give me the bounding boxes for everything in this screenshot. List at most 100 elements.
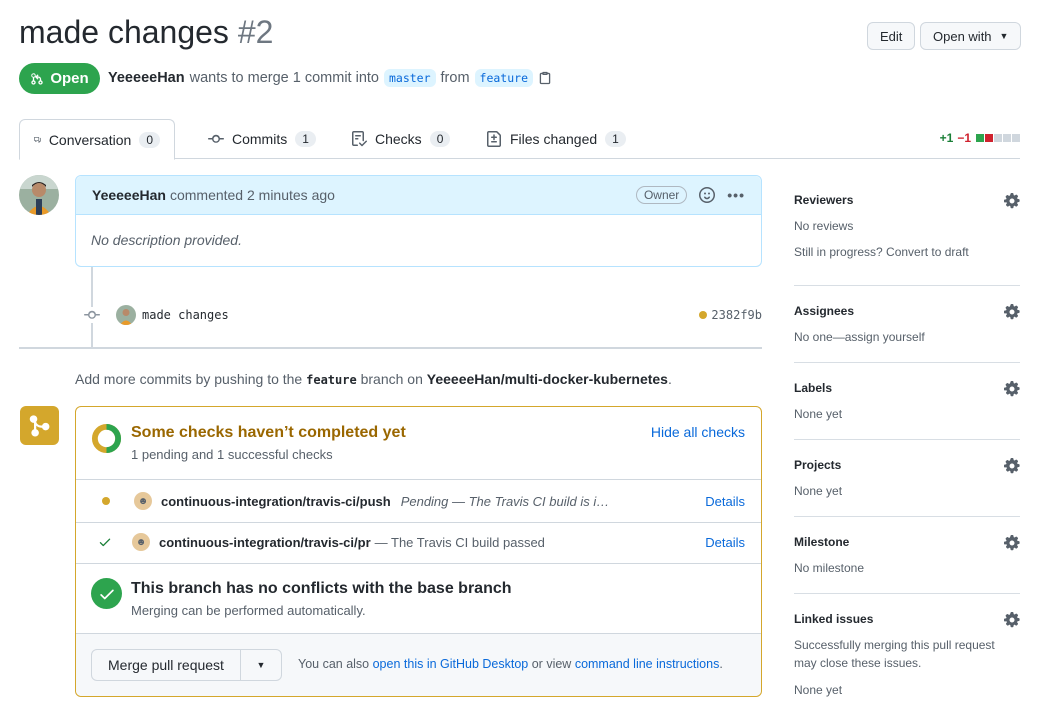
gear-icon[interactable] <box>1004 535 1020 551</box>
pull-request-icon <box>31 72 44 85</box>
push-hint-repo[interactable]: YeeeeeHan/multi-docker-kubernetes <box>427 371 668 387</box>
convert-to-draft-link[interactable]: Still in progress? Convert to draft <box>794 243 969 261</box>
checks-progress-icon <box>91 423 122 454</box>
sidebar-linked-issues: Linked issues Successfully merging this … <box>794 594 1020 709</box>
sidebar-projects-value: None yet <box>794 484 843 498</box>
diffstat-box-neutral <box>1003 134 1011 142</box>
sidebar-milestone: Milestone No milestone <box>794 517 1020 594</box>
check-name: continuous-integration/travis-ci/pr <box>159 534 371 550</box>
gear-icon[interactable] <box>1004 458 1020 474</box>
merge-action-text: wants to merge 1 commit into <box>189 70 379 86</box>
head-branch-tag[interactable]: feature <box>474 69 533 87</box>
check-icon <box>99 538 111 547</box>
sidebar-reviewers-title: Reviewers <box>794 193 854 207</box>
tab-conversation-count: 0 <box>139 131 160 148</box>
push-hint: Add more commits by pushing to the featu… <box>75 371 672 387</box>
sidebar-labels-title: Labels <box>794 381 833 395</box>
check-circle-icon <box>91 578 122 609</box>
gear-icon[interactable] <box>1004 304 1020 320</box>
checks-title: Some checks haven’t completed yet <box>131 424 406 441</box>
tab-checks[interactable]: Checks 0 <box>337 119 464 159</box>
diffstat-box-neutral <box>1012 134 1020 142</box>
comment-timestamp[interactable]: commented 2 minutes ago <box>170 187 335 203</box>
author-avatar[interactable] <box>19 175 59 215</box>
sidebar-reviewers: Reviewers No reviews Still in progress? … <box>794 175 1020 286</box>
command-line-instructions-link[interactable]: command line instructions <box>575 657 720 671</box>
tab-conversation[interactable]: Conversation 0 <box>19 119 175 160</box>
avatar-image <box>116 305 136 325</box>
pr-number: #2 <box>237 14 274 50</box>
timeline-divider <box>19 347 762 349</box>
conflicts-subtitle: Merging can be performed automatically. <box>131 603 366 618</box>
comment-author[interactable]: YeeeeeHan <box>92 187 166 203</box>
sidebar-labels: Labels None yet <box>794 363 1020 440</box>
checklist-icon <box>352 131 367 147</box>
base-branch-tag[interactable]: master <box>383 69 436 87</box>
copy-icon[interactable] <box>538 71 552 85</box>
from-text: from <box>440 70 470 86</box>
pr-title: made changes #2 <box>19 14 273 51</box>
merge-hint: You can also open this in GitHub Desktop… <box>298 657 723 671</box>
file-diff-icon <box>487 131 501 147</box>
check-name: continuous-integration/travis-ci/push <box>161 493 391 509</box>
checks-subtitle: 1 pending and 1 successful checks <box>131 447 333 462</box>
push-hint-middle: branch on <box>360 371 423 387</box>
author-link[interactable]: YeeeeeHan <box>108 70 185 86</box>
diffstat-additions: +1 <box>939 131 954 145</box>
gear-icon[interactable] <box>1004 381 1020 397</box>
sidebar-assignees-value[interactable]: No one—assign yourself <box>794 328 925 346</box>
merge-hint-suffix: . <box>719 657 723 671</box>
avatar-image <box>19 175 59 215</box>
tab-files-changed-count: 1 <box>605 131 626 147</box>
tab-files-changed-label: Files changed <box>510 131 598 147</box>
tab-files-changed[interactable]: Files changed 1 <box>472 119 640 159</box>
git-commit-icon <box>208 134 224 143</box>
sidebar-projects-title: Projects <box>794 458 842 472</box>
check-details-link[interactable]: Details <box>705 494 745 509</box>
gear-icon[interactable] <box>1004 193 1020 209</box>
check-item: ☻ continuous-integration/travis-ci/push … <box>76 480 761 523</box>
open-with-label: Open with <box>933 28 992 44</box>
merge-action-section: Merge pull request ▼ You can also open t… <box>76 634 761 696</box>
sidebar-assignees-title: Assignees <box>794 304 855 318</box>
diffstat-box-neutral <box>994 134 1002 142</box>
check-description: Pending — The Travis CI build is i… <box>400 493 610 509</box>
chevron-down-icon: ▼ <box>999 31 1009 41</box>
tab-commits[interactable]: Commits 1 <box>194 119 330 159</box>
sidebar-linked-issues-title: Linked issues <box>794 612 874 626</box>
checks-summary: Some checks haven’t completed yet 1 pend… <box>76 407 761 480</box>
commit-status-dot[interactable] <box>699 311 708 319</box>
merge-pull-request-button[interactable]: Merge pull request <box>92 650 241 680</box>
push-hint-prefix: Add more commits by pushing to the <box>75 371 303 387</box>
commit-message[interactable]: made changes <box>142 308 229 322</box>
sidebar-assignees: Assignees No one—assign yourself <box>794 286 1020 363</box>
check-details-link[interactable]: Details <box>705 535 745 550</box>
comment-card: YeeeeeHan commented 2 minutes ago Owner … <box>75 175 762 267</box>
merge-method-dropdown[interactable]: ▼ <box>241 650 281 680</box>
status-badge-label: Open <box>50 70 89 87</box>
check-item: ☻ continuous-integration/travis-ci/pr — … <box>76 521 761 564</box>
diffstat-deletions: −1 <box>957 131 971 145</box>
smiley-icon[interactable] <box>699 187 716 203</box>
travis-ci-icon: ☻ <box>134 492 152 510</box>
sidebar-milestone-title: Milestone <box>794 535 850 549</box>
github-desktop-link[interactable]: open this in GitHub Desktop <box>373 657 529 671</box>
push-hint-suffix: . <box>667 371 672 387</box>
sidebar-linked-issues-description: Successfully merging this pull request m… <box>794 638 995 670</box>
owner-badge: Owner <box>635 186 688 204</box>
merge-summary: YeeeeeHan wants to merge 1 commit into m… <box>108 69 552 87</box>
commit-sha[interactable]: 2382f9b <box>711 308 762 322</box>
tab-conversation-label: Conversation <box>48 131 132 148</box>
merge-box: Some checks haven’t completed yet 1 pend… <box>75 406 762 697</box>
open-with-button[interactable]: Open with ▼ <box>920 22 1022 50</box>
gear-icon[interactable] <box>1004 612 1020 628</box>
merge-hint-prefix: You can also <box>298 657 370 671</box>
kebab-horizontal-icon[interactable]: ••• <box>727 187 745 203</box>
tab-commits-label: Commits <box>232 131 288 147</box>
pr-tabs: Conversation 0 Commits 1 Checks 0 Files … <box>19 119 1020 160</box>
merge-hint-middle: or view <box>531 657 572 671</box>
hide-all-checks-link[interactable]: Hide all checks <box>651 424 745 440</box>
edit-button[interactable]: Edit <box>867 22 916 50</box>
comment-body: No description provided. <box>91 232 242 248</box>
commit-author-avatar[interactable] <box>116 305 136 325</box>
